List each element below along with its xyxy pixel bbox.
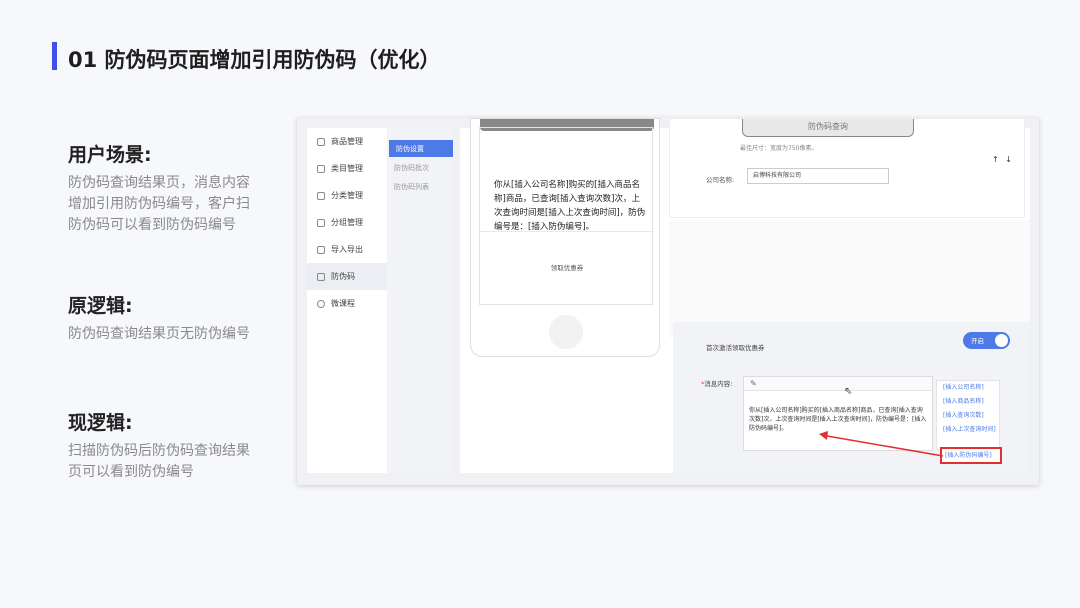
home-button-icon: [549, 315, 583, 349]
coupon-toggle-label: 首次激活领取优惠券: [706, 344, 765, 352]
box-icon: [317, 137, 325, 146]
main-content: 你从[插入公司名称]购买的[插入商品名称]商品，已查询[插入查询次数]次，上次查…: [460, 118, 1030, 473]
menu-item-label: 导入导出: [331, 245, 363, 254]
variable-code-highlighted[interactable]: [插入防伪码编号]: [940, 447, 1002, 464]
section-heading: 用户场景:: [68, 144, 152, 166]
category-icon: [317, 164, 325, 173]
editor-toolbar: ✎: [744, 377, 932, 391]
variable-list: [插入公司名称] [插入商品名称] [插入查询次数] [插入上次查询时间]: [936, 380, 1000, 450]
menu-item-label: 商品管理: [331, 137, 363, 146]
message-text[interactable]: 你从[插入公司名称]购买的[插入商品名称]商品，已查询[插入查询次数]次，上次查…: [744, 391, 932, 433]
phone-screen: 你从[插入公司名称]购买的[插入商品名称]商品，已查询[插入查询次数]次，上次查…: [479, 127, 654, 305]
section-body: 防伪码查询结果页，消息内容增加引用防伪码编号，客户扫防伪码可以看到防伪码编号: [68, 175, 250, 233]
submenu-batch[interactable]: 防伪码批次: [387, 159, 453, 176]
grid-icon: [317, 191, 325, 200]
section-new-logic: 现逻辑: 扫描防伪码后防伪码查询结果页可以看到防伪编号: [68, 408, 253, 483]
section-body: 扫描防伪码后防伪码查询结果页可以看到防伪编号: [68, 443, 250, 480]
company-input[interactable]: 启博科技有限公司: [747, 168, 889, 184]
coupon-button[interactable]: 领取优惠券: [480, 262, 654, 272]
slide-title: 01 防伪码页面增加引用防伪码（优化）: [68, 48, 441, 72]
import-icon: [317, 245, 325, 254]
menu-item-label: 防伪码: [331, 272, 355, 281]
query-header-button[interactable]: 防伪码查询: [742, 119, 914, 137]
submenu-list[interactable]: 防伪码列表: [387, 178, 453, 195]
coupon-toggle[interactable]: 开启: [963, 332, 1010, 349]
menu-item-course[interactable]: 微课程: [307, 290, 387, 317]
menu-item-product[interactable]: 商品管理: [307, 128, 387, 155]
menu-item-import[interactable]: 导入导出: [307, 236, 387, 263]
menu-item-label: 类目管理: [331, 164, 363, 173]
barcode-icon: [317, 272, 325, 281]
menu-item-anticounterfeit[interactable]: 防伪码: [307, 263, 387, 290]
menu-item-label: 微课程: [331, 299, 355, 308]
blank-area: [669, 220, 1030, 338]
app-screenshot: 商品管理 类目管理 分类管理 分组管理 导入导出 防伪码 微课程 防伪设置 防伪…: [297, 118, 1039, 485]
company-label: 公司名称:: [706, 176, 735, 184]
group-icon: [317, 218, 325, 227]
menu-item-group[interactable]: 分组管理: [307, 209, 387, 236]
main-menu: 商品管理 类目管理 分类管理 分组管理 导入导出 防伪码 微课程: [307, 128, 387, 473]
section-old-logic: 原逻辑: 防伪码查询结果页无防伪编号: [68, 291, 253, 345]
toggle-knob: [995, 334, 1008, 347]
message-label: *消息内容:: [701, 378, 732, 388]
message-label-text: 消息内容:: [704, 380, 733, 388]
section-heading: 原逻辑:: [68, 295, 133, 317]
variable-company[interactable]: [插入公司名称]: [937, 381, 999, 395]
menu-item-label: 分类管理: [331, 191, 363, 200]
submenu-settings[interactable]: 防伪设置: [389, 140, 453, 157]
section-heading: 现逻辑:: [68, 412, 133, 434]
menu-item-category[interactable]: 类目管理: [307, 155, 387, 182]
query-header-card: 防伪码查询 最佳尺寸：宽度为750像素。 ↑ ↓ 公司名称: 启博科技有限公司: [669, 118, 1025, 218]
phone-preview: 你从[插入公司名称]购买的[插入商品名称]商品，已查询[插入查询次数]次，上次查…: [470, 118, 660, 357]
section-body: 防伪码查询结果页无防伪编号: [68, 326, 250, 342]
divider: [480, 231, 654, 232]
toggle-state: 开启: [971, 337, 984, 345]
variable-last-time[interactable]: [插入上次查询时间]: [937, 423, 999, 437]
phone-message: 你从[插入公司名称]购买的[插入商品名称]商品，已查询[插入查询次数]次，上次查…: [494, 180, 646, 232]
menu-item-classify[interactable]: 分类管理: [307, 182, 387, 209]
mouse-cursor-icon: ⇖: [844, 386, 853, 397]
message-settings-card: 首次激活领取优惠券 开启 *消息内容: ✎ 你从[插入公司名称]购买的[插入商品…: [673, 322, 1030, 473]
message-editor[interactable]: ✎ 你从[插入公司名称]购买的[插入商品名称]商品，已查询[插入查询次数]次，上…: [743, 376, 933, 451]
section-user-scenario: 用户场景: 防伪码查询结果页，消息内容增加引用防伪码编号，客户扫防伪码可以看到防…: [68, 140, 253, 236]
pen-icon[interactable]: ✎: [750, 379, 757, 388]
sub-menu: 防伪设置 防伪码批次 防伪码列表: [387, 128, 453, 473]
title-accent-bar: [52, 42, 57, 70]
sort-arrows-icon[interactable]: ↑ ↓: [992, 155, 1014, 164]
variable-count[interactable]: [插入查询次数]: [937, 409, 999, 423]
variable-product[interactable]: [插入商品名称]: [937, 395, 999, 409]
menu-item-label: 分组管理: [331, 218, 363, 227]
size-hint: 最佳尺寸：宽度为750像素。: [740, 145, 818, 152]
course-icon: [317, 299, 325, 308]
